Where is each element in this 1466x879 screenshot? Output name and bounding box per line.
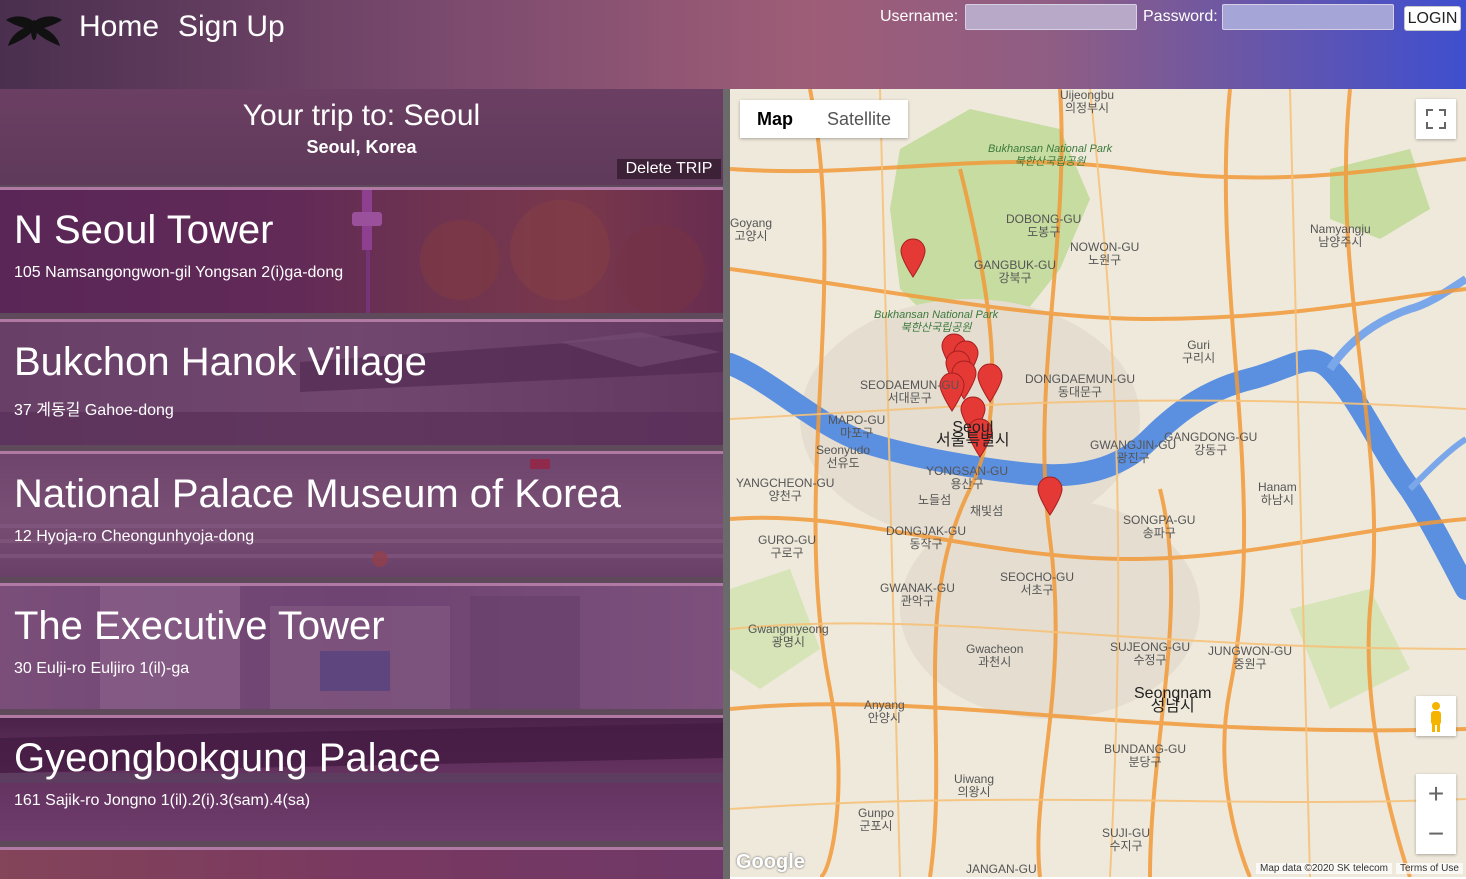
place-name: Bukchon Hanok Village xyxy=(14,340,427,384)
moth-logo-icon[interactable] xyxy=(4,14,64,50)
map-type-satellite-button[interactable]: Satellite xyxy=(810,100,909,138)
map-label: Seoul 서울특별시 xyxy=(936,419,1010,449)
zoom-out-button[interactable]: − xyxy=(1416,814,1456,854)
trip-header: Your trip to: Seoul Seoul, Korea Delete … xyxy=(0,89,723,185)
place-name: National Palace Museum of Korea xyxy=(14,472,621,516)
map-label: MAPO-GU 마포구 xyxy=(828,413,886,440)
place-card[interactable]: N Seoul Tower 105 Namsangongwon-gil Yong… xyxy=(0,187,723,313)
pegman-icon xyxy=(1431,702,1441,732)
google-logo[interactable]: Google xyxy=(736,851,805,874)
map-label: 노들섬 xyxy=(918,493,952,507)
nav-signup-link[interactable]: Sign Up xyxy=(178,10,285,44)
password-input[interactable] xyxy=(1222,4,1394,30)
map-label: SUJI-GU 수지구 xyxy=(1102,826,1150,853)
place-address: 161 Sajik-ro Jongno 1(il).2(i).3(sam).4(… xyxy=(14,792,311,809)
map-label: Anyang 안양시 xyxy=(864,698,905,725)
login-button[interactable]: LOGIN xyxy=(1404,6,1461,31)
map-label: Gwangmyeong 광명시 xyxy=(748,622,829,649)
place-name: N Seoul Tower xyxy=(14,208,274,252)
map[interactable]: Uijeongbu 의정부시 Bukhansan National Park 북한산… xyxy=(730,89,1466,877)
map-label: Gwacheon 과천시 xyxy=(966,642,1024,669)
map-label: GANGBUK-GU 강북구 xyxy=(974,258,1057,285)
place-name: Gyeongbokgung Palace xyxy=(14,736,441,780)
map-label: Uijeongbu 의정부시 xyxy=(1060,89,1115,115)
map-label: GWANAK-GU 관악구 xyxy=(880,581,955,608)
place-card[interactable]: Bukchon Hanok Village 37 계동길 Gahoe-dong xyxy=(0,319,723,445)
map-label: DOBONG-GU 도봉구 xyxy=(1006,212,1082,239)
map-label: GANGDONG-GU 강동구 xyxy=(1164,430,1258,457)
map-type-control: Map Satellite xyxy=(740,100,909,138)
place-card[interactable]: Gyeongbokgung Palace 161 Sajik-ro Jongno… xyxy=(0,715,723,841)
map-label: Goyang 고양시 xyxy=(730,216,773,243)
zoom-control: + − xyxy=(1416,774,1456,854)
place-address: 37 계동길 Gahoe-dong xyxy=(14,402,174,419)
map-label: Seongnam 성남시 xyxy=(1134,685,1212,715)
password-label: Password: xyxy=(1143,8,1218,25)
place-card[interactable]: National Palace Museum of Korea 12 Hyoja… xyxy=(0,451,723,577)
place-card[interactable]: The Executive Tower 30 Eulji-ro Euljiro … xyxy=(0,583,723,709)
place-address: 30 Eulji-ro Euljiro 1(il)-ga xyxy=(14,660,190,677)
map-label: NOWON-GU 노원구 xyxy=(1070,240,1140,267)
map-label: YONGSAN-GU 용산구 xyxy=(926,464,1009,491)
place-address: 12 Hyoja-ro Cheongunhyoja-dong xyxy=(14,528,255,545)
top-navbar: Home Sign Up Username: Password: LOGIN xyxy=(0,0,1466,89)
place-card[interactable] xyxy=(0,847,723,879)
map-label: Gunpo 군포시 xyxy=(858,806,895,833)
map-label: Seonyudo 선유도 xyxy=(816,443,871,470)
map-canvas[interactable] xyxy=(730,89,1466,877)
trip-title: Your trip to: Seoul xyxy=(242,99,481,132)
terms-of-use-link[interactable]: Terms of Use xyxy=(1396,863,1463,874)
nav-home-link[interactable]: Home xyxy=(79,10,159,44)
street-view-pegman-button[interactable] xyxy=(1416,696,1456,736)
place-name: The Executive Tower xyxy=(14,604,385,648)
map-data-credit[interactable]: Map data ©2020 SK telecom xyxy=(1256,863,1392,874)
fullscreen-icon xyxy=(1426,109,1446,129)
place-address: 105 Namsangongwon-gil Yongsan 2(i)ga-don… xyxy=(14,264,344,281)
map-label: Hanam 하남시 xyxy=(1258,480,1297,507)
map-label: 채빛섬 xyxy=(970,504,1004,518)
map-label: DONGDAEMUN-GU 동대문구 xyxy=(1025,372,1135,399)
fullscreen-button[interactable] xyxy=(1416,99,1456,139)
map-label: BUNDANG-GU 분당구 xyxy=(1104,742,1187,769)
trip-location: Seoul, Korea xyxy=(306,137,417,157)
panel-divider xyxy=(723,89,730,879)
map-label: Bukhansan National Park 북한산국립공원 xyxy=(874,309,999,334)
username-label: Username: xyxy=(880,8,959,25)
map-label: Namyangju 남양주시 xyxy=(1310,222,1371,249)
map-label: JANGAN-GU xyxy=(966,862,1037,876)
map-label: Uiwang 의왕시 xyxy=(954,772,995,799)
map-label: Guri 구리시 xyxy=(1182,338,1216,365)
map-label: SEODAEMUN-GU 서대문구 xyxy=(860,378,960,405)
map-label: SUJEONG-GU 수정구 xyxy=(1110,640,1191,667)
delete-trip-button[interactable]: Delete TRIP xyxy=(617,159,721,179)
map-label: Bukhansan National Park 북한산국립공원 xyxy=(988,143,1113,168)
trip-panel: Your trip to: Seoul Seoul, Korea Delete … xyxy=(0,89,729,879)
map-label: DONGJAK-GU 동작구 xyxy=(886,524,967,551)
zoom-in-button[interactable]: + xyxy=(1416,774,1456,814)
map-label: GURO-GU 구로구 xyxy=(758,533,816,560)
username-input[interactable] xyxy=(965,4,1137,30)
map-type-map-button[interactable]: Map xyxy=(740,100,810,138)
map-label: YANGCHEON-GU 양천구 xyxy=(736,476,835,503)
map-label: SONGPA-GU 송파구 xyxy=(1123,513,1196,540)
map-label: JUNGWON-GU 중원구 xyxy=(1208,644,1292,671)
map-label: SEOCHO-GU 서초구 xyxy=(1000,570,1075,597)
